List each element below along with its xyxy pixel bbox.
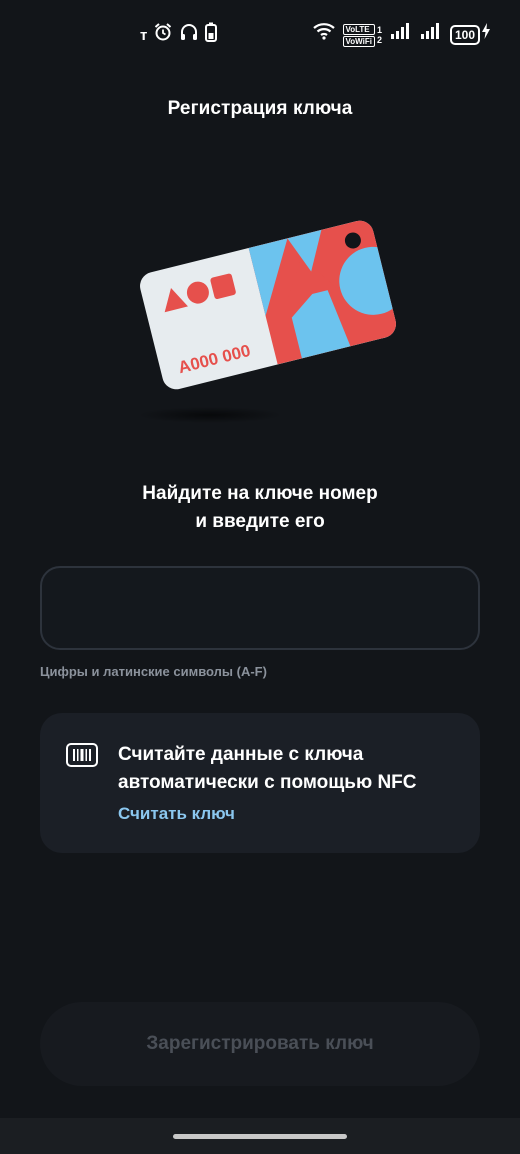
key-number-input[interactable] bbox=[40, 566, 480, 650]
instruction-line-2: и введите его bbox=[195, 511, 325, 532]
volte-vowifi-indicator: VoLTE VoWiFi bbox=[342, 23, 375, 47]
sim2-label: 2 bbox=[376, 35, 382, 45]
nfc-read-card[interactable]: Считайте данные с ключа автоматически с … bbox=[40, 713, 480, 853]
system-nav-bar bbox=[0, 1118, 520, 1154]
nfc-line-1: Считайте данные с ключа bbox=[118, 744, 364, 765]
instruction-text: Найдите на ключе номер и введите его bbox=[0, 480, 520, 536]
wifi-icon bbox=[312, 22, 335, 48]
charging-icon bbox=[482, 23, 490, 47]
volte-label: VoLTE bbox=[342, 23, 375, 35]
read-key-link[interactable]: Считать ключ bbox=[118, 804, 235, 824]
status-bar: т VoLTE VoWiFi 1 2 100 bbox=[0, 0, 520, 70]
sim1-label: 1 bbox=[376, 25, 382, 35]
page-title: Регистрация ключа bbox=[167, 98, 353, 119]
vowifi-label: VoWiFi bbox=[342, 35, 375, 47]
alarm-icon bbox=[153, 22, 173, 50]
headphones-icon bbox=[179, 22, 199, 50]
status-right-icons: VoLTE VoWiFi 1 2 100 bbox=[312, 22, 490, 48]
signal-sim2-icon bbox=[420, 23, 442, 47]
status-left-icons: т bbox=[140, 22, 218, 50]
battery-indicator: 100 bbox=[449, 25, 480, 45]
input-hint: Цифры и латинские символы (A-F) bbox=[40, 664, 267, 679]
signal-sim1-icon bbox=[390, 23, 412, 47]
nfc-line-2: автоматически с помощью NFC bbox=[118, 772, 417, 793]
home-indicator[interactable] bbox=[173, 1134, 347, 1139]
nfc-description: Считайте данные с ключа автоматически с … bbox=[118, 741, 458, 797]
carrier-t-icon: т bbox=[140, 27, 148, 44]
register-key-button[interactable]: Зарегистрировать ключ bbox=[40, 1002, 480, 1086]
key-card-illustration: A000 000 bbox=[138, 217, 399, 423]
barcode-scan-icon bbox=[66, 743, 98, 767]
battery-saver-icon bbox=[205, 22, 218, 50]
instruction-line-1: Найдите на ключе номер bbox=[142, 483, 378, 504]
